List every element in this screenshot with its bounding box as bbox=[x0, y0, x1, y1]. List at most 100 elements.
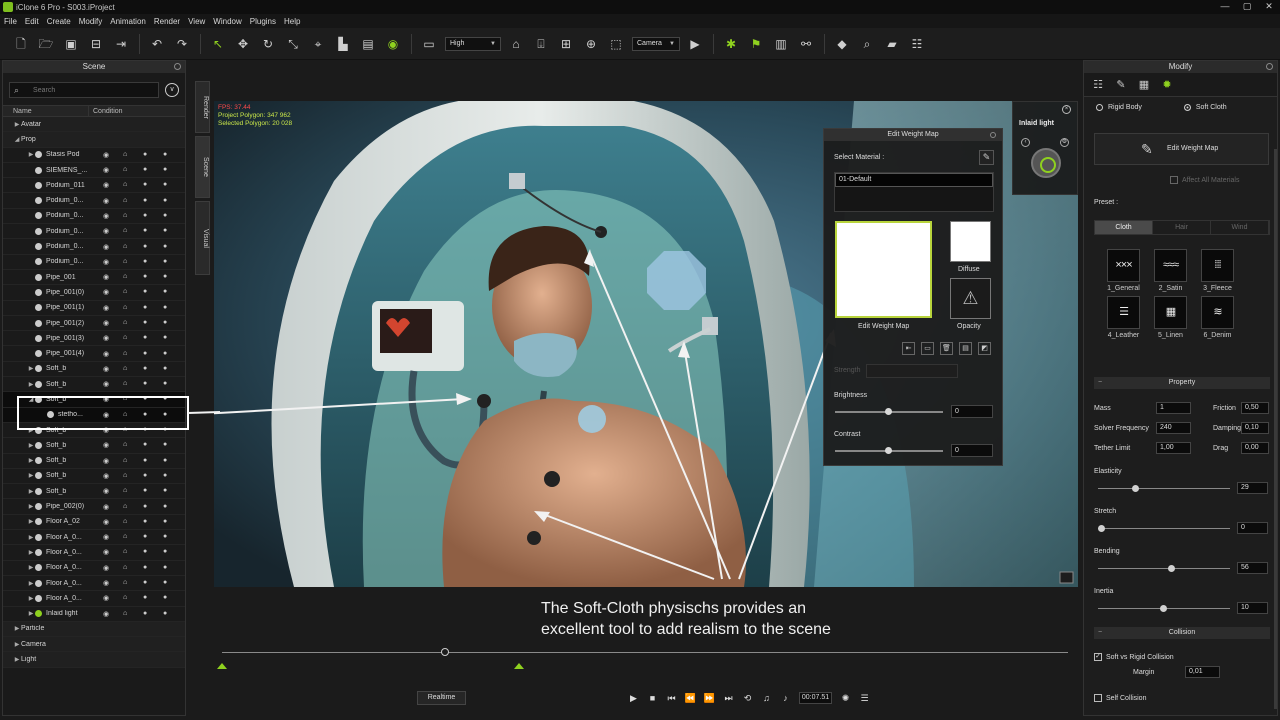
magnify-icon[interactable]: ⌕ bbox=[858, 35, 876, 53]
elasticity-slider-thumb[interactable] bbox=[1132, 485, 1139, 492]
rigid-body-radio[interactable] bbox=[1096, 103, 1103, 111]
move-icon[interactable]: ✥ bbox=[234, 35, 252, 53]
tab-cloth[interactable]: Cloth bbox=[1095, 221, 1153, 234]
solver-frequency-input[interactable]: 240 bbox=[1156, 422, 1191, 434]
menu-help[interactable]: Help bbox=[284, 17, 300, 26]
realtime-button[interactable]: Realtime bbox=[417, 691, 466, 705]
soft-vs-rigid-checkbox[interactable]: ✓ bbox=[1094, 653, 1102, 661]
mass-input[interactable]: 1 bbox=[1156, 402, 1191, 414]
camera-select[interactable]: Camera ▼ bbox=[632, 36, 680, 51]
contrast-slider-thumb[interactable] bbox=[885, 447, 892, 454]
timeline-playhead[interactable] bbox=[441, 648, 449, 656]
settings-gear-icon[interactable]: ✺ bbox=[836, 693, 855, 704]
timeline-end-marker[interactable] bbox=[514, 663, 524, 669]
light-power-knob[interactable] bbox=[1031, 148, 1061, 178]
music-note-icon[interactable]: ♪ bbox=[776, 693, 795, 703]
brightness-slider-thumb[interactable] bbox=[885, 408, 892, 415]
tab-physics-icon[interactable]: ✹ bbox=[1157, 75, 1177, 95]
stretch-slider-thumb[interactable] bbox=[1098, 525, 1105, 532]
arrow-left-icon[interactable]: ‹ bbox=[1021, 138, 1030, 147]
physics-icon[interactable]: ✱ bbox=[722, 35, 740, 53]
tab-sliders-icon[interactable]: ☷ bbox=[1088, 75, 1108, 95]
save-map-icon[interactable]: ▭ bbox=[921, 342, 934, 355]
soft-cloth-radio[interactable] bbox=[1183, 103, 1191, 111]
visibility-eye-icon[interactable]: ◉ bbox=[384, 35, 402, 53]
material-list[interactable]: 01-Default bbox=[834, 172, 994, 212]
layer-icon[interactable]: ▤ bbox=[359, 35, 377, 53]
elasticity-slider[interactable] bbox=[1098, 485, 1230, 492]
tab-motion-icon[interactable]: ✎ bbox=[1111, 75, 1131, 95]
preset-general[interactable]: ××× 1_General bbox=[1100, 249, 1147, 292]
safe-frame-icon[interactable]: ⬚ bbox=[607, 35, 625, 53]
home-view-icon[interactable]: ⌂ bbox=[507, 35, 525, 53]
elasticity-input[interactable]: 29 bbox=[1237, 482, 1268, 494]
bending-slider-thumb[interactable] bbox=[1168, 565, 1175, 572]
tab-hair[interactable]: Hair bbox=[1153, 221, 1211, 234]
contrast-input[interactable]: 0 bbox=[951, 444, 993, 457]
tab-material-icon[interactable]: ▦ bbox=[1134, 75, 1154, 95]
folder-icon[interactable]: ▰ bbox=[883, 35, 901, 53]
quality-select[interactable]: High ▼ bbox=[445, 36, 501, 51]
inertia-input[interactable]: 10 bbox=[1237, 602, 1268, 614]
stretch-input[interactable]: 0 bbox=[1237, 522, 1268, 534]
contrast-slider[interactable] bbox=[835, 447, 943, 454]
diffuse-preview[interactable] bbox=[950, 221, 991, 262]
launch-editor-icon[interactable]: ▤ bbox=[959, 342, 972, 355]
zoom-extents-icon[interactable]: ⊕ bbox=[582, 35, 600, 53]
loop-icon[interactable]: ⟲ bbox=[738, 693, 757, 704]
align-icon[interactable]: ▙ bbox=[334, 35, 352, 53]
affect-all-checkbox[interactable] bbox=[1170, 176, 1178, 184]
snap-icon[interactable]: ⌖ bbox=[309, 35, 327, 53]
pin-icon[interactable] bbox=[1266, 63, 1273, 70]
inertia-slider[interactable] bbox=[1098, 605, 1230, 612]
goto-end-icon[interactable]: ⏭ bbox=[719, 693, 738, 704]
damping-input[interactable]: 0,10 bbox=[1241, 422, 1269, 434]
friction-input[interactable]: 0,50 bbox=[1241, 402, 1269, 414]
opacity-warning-icon[interactable]: ⚠ bbox=[950, 278, 991, 319]
preset-fleece[interactable]: ⁞⁞⁞ 3_Fleece bbox=[1194, 249, 1241, 292]
tab-wind[interactable]: Wind bbox=[1211, 221, 1269, 234]
rotate-icon[interactable]: ↻ bbox=[259, 35, 277, 53]
eyedropper-icon[interactable]: ✎ bbox=[979, 150, 994, 165]
modify-scrollbar[interactable] bbox=[1274, 149, 1277, 709]
frame-selected-icon[interactable]: ⊞ bbox=[557, 35, 575, 53]
pin-icon[interactable] bbox=[990, 132, 996, 138]
flag-icon[interactable]: ⚑ bbox=[747, 35, 765, 53]
bending-input[interactable]: 56 bbox=[1237, 562, 1268, 574]
goto-start-icon[interactable]: ⏮ bbox=[662, 693, 681, 704]
display-quality-icon[interactable]: ▭ bbox=[420, 35, 438, 53]
clipboard-icon[interactable]: ▥ bbox=[772, 35, 790, 53]
menu-plugins[interactable]: Plugins bbox=[250, 17, 276, 26]
preset-leather[interactable]: ☰ 4_Leather bbox=[1100, 296, 1147, 339]
collision-section-header[interactable]: − Collision bbox=[1094, 627, 1270, 639]
preset-denim[interactable]: ≋ 6_Denim bbox=[1194, 296, 1241, 339]
rewind-icon[interactable]: ⏪ bbox=[681, 693, 700, 704]
timecode-display[interactable]: 00:07.51 bbox=[799, 692, 832, 704]
timeline-toggle-icon[interactable]: ☰ bbox=[855, 693, 874, 704]
video-camera-icon[interactable]: ▶ bbox=[686, 35, 704, 53]
link-icon[interactable]: ⚯ bbox=[797, 35, 815, 53]
self-collision-checkbox[interactable] bbox=[1094, 694, 1102, 702]
property-section-header[interactable]: − Property bbox=[1094, 377, 1270, 389]
maximize-button[interactable]: ▢ bbox=[1236, 0, 1258, 14]
edit-weight-map-button[interactable]: ✎ Edit Weight Map bbox=[1094, 133, 1269, 165]
timeline-start-marker[interactable] bbox=[217, 663, 227, 669]
stop-icon[interactable]: ■ bbox=[643, 693, 662, 703]
margin-input[interactable]: 0,01 bbox=[1185, 666, 1220, 678]
close-window-button[interactable]: ✕ bbox=[1258, 0, 1280, 14]
stretch-slider[interactable] bbox=[1098, 525, 1230, 532]
bending-slider[interactable] bbox=[1098, 565, 1230, 572]
settings-list-icon[interactable]: ☷ bbox=[908, 35, 926, 53]
timeline-track[interactable] bbox=[222, 648, 1068, 656]
inertia-slider-thumb[interactable] bbox=[1160, 605, 1167, 612]
sound-icon[interactable]: ♫ bbox=[757, 693, 776, 703]
drag-input[interactable]: 0,00 bbox=[1241, 442, 1269, 454]
fast-forward-icon[interactable]: ⏩ bbox=[700, 693, 719, 704]
invert-icon[interactable]: ◩ bbox=[978, 342, 991, 355]
brightness-input[interactable]: 0 bbox=[951, 405, 993, 418]
tether-limit-input[interactable]: 1,00 bbox=[1156, 442, 1191, 454]
scale-icon[interactable]: ⤡ bbox=[284, 35, 302, 53]
minimize-button[interactable]: — bbox=[1214, 0, 1236, 14]
fit-icon[interactable]: ⍗ bbox=[532, 35, 550, 53]
material-item[interactable]: 01-Default bbox=[835, 173, 993, 187]
